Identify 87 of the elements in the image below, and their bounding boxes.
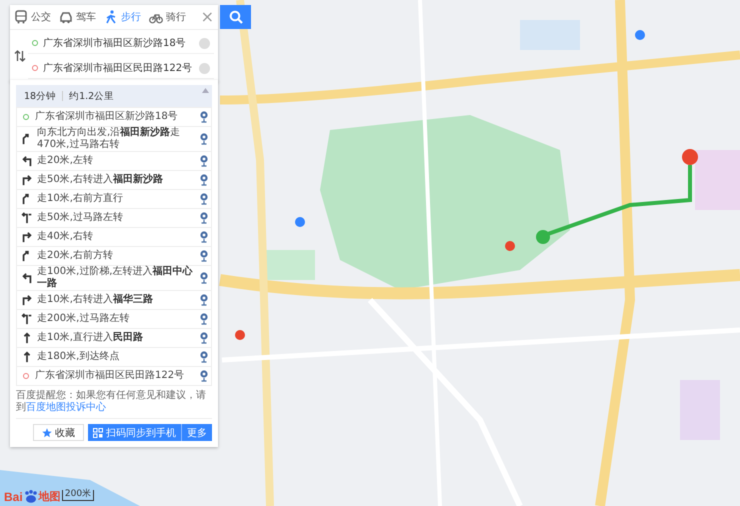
step-text: 走10米,右前方直行: [37, 193, 124, 205]
step-text: 广东省深圳市福田区民田路122号: [35, 370, 186, 382]
location-pin-icon[interactable]: [200, 193, 208, 205]
start-address: 广东省深圳市福田区新沙路18号: [43, 36, 187, 50]
swap-icon[interactable]: [14, 50, 26, 62]
poi-marker-icon[interactable]: [505, 241, 515, 251]
route-step[interactable]: 走200米,过马路左转: [17, 309, 211, 328]
search-button[interactable]: [220, 5, 251, 29]
location-pin-icon[interactable]: [200, 294, 208, 306]
route-step[interactable]: 走20米,右前方转: [17, 246, 211, 265]
turn-arrow-icon: [21, 231, 33, 243]
location-pin-icon[interactable]: [200, 174, 208, 186]
building-block: [680, 380, 720, 440]
search-icon: [228, 10, 242, 24]
step-text: 向东北方向出发,沿福田新沙路走470米,过马路右转: [37, 127, 182, 151]
start-marker-icon[interactable]: [536, 230, 550, 244]
route-step[interactable]: 走100米,过阶梯,左转进入福田中心一路: [17, 265, 211, 290]
route-step[interactable]: 广东省深圳市福田区民田路122号: [17, 366, 211, 385]
step-text: 走200米,过马路左转: [37, 313, 130, 325]
route-step[interactable]: 向东北方向出发,沿福田新沙路走470米,过马路右转: [17, 126, 211, 151]
turn-arrow-icon: [21, 313, 33, 325]
step-text: 走180米,到达终点: [37, 351, 120, 363]
star-icon: [42, 428, 52, 438]
location-pin-icon[interactable]: [200, 231, 208, 243]
qr-code-icon: [93, 428, 103, 438]
step-text: 走40米,右转: [37, 231, 94, 243]
step-text: 走10米,右转进入福华三路: [37, 294, 154, 306]
route-step[interactable]: 广东省深圳市福田区新沙路18号: [17, 107, 211, 126]
turn-arrow-icon: [21, 212, 33, 224]
turn-arrow-icon: [21, 294, 33, 306]
step-text: 走50米,右转进入福田新沙路: [37, 174, 164, 186]
end-dot-icon: [23, 373, 29, 379]
poi-marker-icon[interactable]: [635, 30, 645, 40]
route-step[interactable]: 走10米,直行进入民田路: [17, 328, 211, 347]
step-text: 走50米,过马路左转: [37, 212, 124, 224]
map-scale: 200米: [62, 490, 94, 501]
start-dot-icon: [32, 40, 38, 46]
notice-text: 百度提醒您：如果您有任何意见和建议，请到百度地图投诉中心: [16, 390, 207, 414]
turn-arrow-icon: [21, 272, 33, 284]
route-step[interactable]: 走20米,左转: [17, 151, 211, 170]
step-text: 走10米,直行进入民田路: [37, 332, 144, 344]
location-pin-icon[interactable]: [200, 250, 208, 262]
location-pin-icon[interactable]: [200, 370, 208, 382]
location-pin-icon[interactable]: [200, 272, 208, 284]
travel-mode-tab[interactable]: 步行: [100, 5, 145, 29]
baidu-map-logo: Bai 地图: [4, 489, 61, 504]
travel-mode-tab[interactable]: 驾车: [55, 5, 100, 29]
location-pin-icon[interactable]: [200, 351, 208, 363]
bus-icon: [14, 10, 28, 24]
route-step[interactable]: 走50米,过马路左转: [17, 208, 211, 227]
start-field[interactable]: 广东省深圳市福田区新沙路18号: [28, 33, 214, 54]
route-step[interactable]: 走180米,到达终点: [17, 347, 211, 366]
location-pin-icon[interactable]: [200, 111, 208, 123]
turn-arrow-icon: [21, 174, 33, 186]
building-block: [520, 20, 580, 50]
location-pin-icon[interactable]: [200, 212, 208, 224]
start-dot-icon: [23, 114, 29, 120]
favorite-button[interactable]: 收藏: [33, 424, 84, 441]
end-dot-icon: [32, 65, 38, 71]
travel-mode-tab[interactable]: 公交: [10, 5, 55, 29]
route-distance: 约1.2公里: [69, 90, 114, 102]
location-pin-icon[interactable]: [200, 313, 208, 325]
route-time: 18分钟: [24, 90, 56, 102]
step-text: 走20米,右前方转: [37, 250, 114, 262]
location-pin-icon[interactable]: [200, 133, 208, 145]
turn-arrow-icon: [21, 155, 33, 167]
step-text: 走100米,过阶梯,左转进入福田中心一路: [37, 266, 194, 290]
step-text: 广东省深圳市福田区新沙路18号: [35, 111, 179, 123]
route-step[interactable]: 走10米,右转进入福华三路: [17, 290, 211, 309]
turn-arrow-icon: [21, 332, 33, 344]
route-step[interactable]: 走50米,右转进入福田新沙路: [17, 170, 211, 189]
car-icon: [59, 10, 73, 24]
poi-marker-icon[interactable]: [295, 217, 305, 227]
end-field[interactable]: 广东省深圳市福田区民田路122号: [28, 58, 214, 79]
end-address: 广东省深圳市福田区民田路122号: [43, 62, 194, 75]
building-block: [695, 150, 740, 210]
location-pin-icon[interactable]: [200, 332, 208, 344]
route-step[interactable]: 走40米,右转: [17, 227, 211, 246]
walking-person-icon: [104, 10, 118, 24]
poi-marker-icon[interactable]: [235, 330, 245, 340]
end-marker-icon[interactable]: [682, 149, 698, 165]
travel-mode-tab[interactable]: 骑行: [145, 5, 190, 29]
step-text: 走20米,左转: [37, 155, 94, 167]
complaint-link[interactable]: 百度地图投诉中心: [26, 402, 106, 413]
route-step[interactable]: 走10米,右前方直行: [17, 189, 211, 208]
turn-arrow-icon: [21, 351, 33, 363]
location-pin-icon[interactable]: [200, 155, 208, 167]
